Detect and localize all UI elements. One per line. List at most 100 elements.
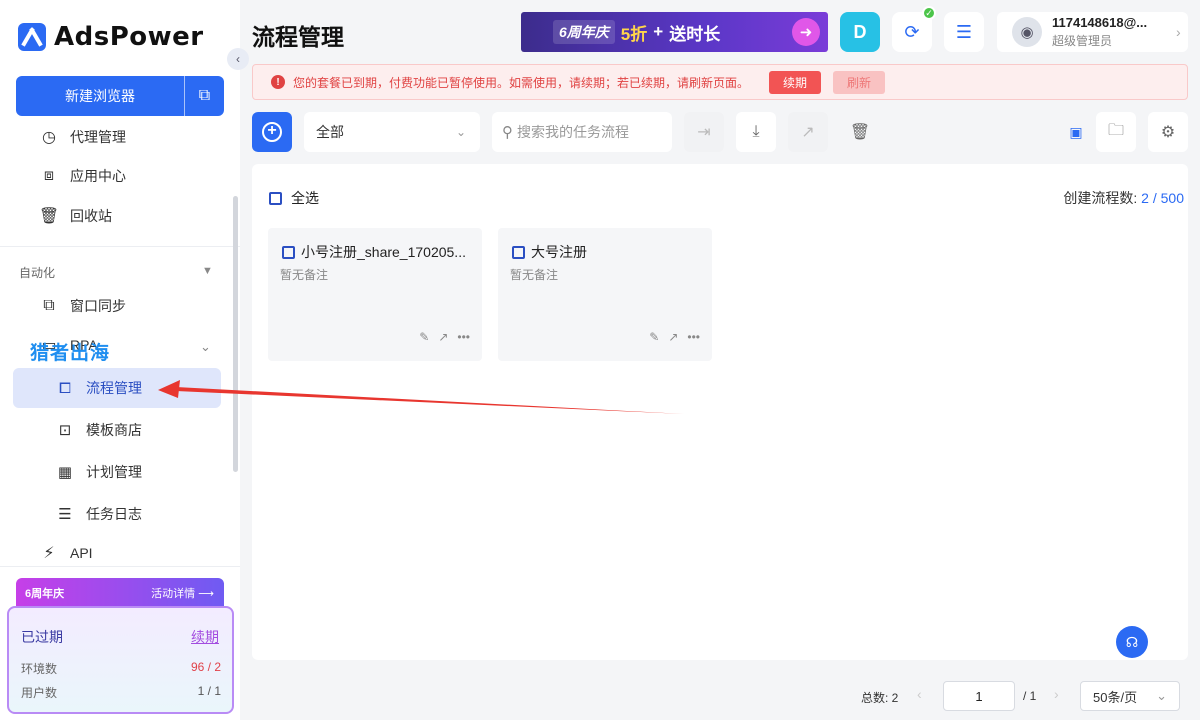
sidebar-scrollbar[interactable] (233, 196, 238, 472)
page-size-select[interactable]: 50条/页 ⌄ (1080, 681, 1180, 711)
collapse-sidebar-button[interactable]: ‹ (227, 48, 249, 70)
share-icon: ↗ (801, 124, 815, 141)
chevron-down-icon: ⌄ (455, 125, 466, 139)
new-browser-label: 新建浏览器 (65, 88, 135, 104)
card-checkbox[interactable] (512, 245, 525, 259)
customer-service-button[interactable]: ☊ (1116, 626, 1148, 658)
upload-cycle-icon: ⟳ (904, 21, 920, 42)
new-browser-button[interactable]: 新建浏览器 ⧉ (16, 76, 224, 116)
flow-card-title: 小号注册_share_170205... (301, 244, 466, 260)
plan-card: 已过期 续期 环境数 96 / 2 用户数 1 / 1 (7, 606, 234, 714)
watermark-text: 猎者出海 (30, 343, 111, 364)
file-import-icon: ⤓ (752, 123, 760, 140)
share-icon[interactable]: ↗ (668, 330, 678, 344)
plug-icon: ⚡ (43, 545, 55, 562)
delete-button[interactable]: 🗑 (840, 112, 880, 152)
checkbox-icon (269, 191, 282, 205)
settings-button[interactable]: ⚙ (1148, 112, 1188, 152)
task-list-button[interactable]: ☰ (944, 12, 984, 52)
calendar-icon: ▦ (57, 464, 73, 481)
plan-env-row: 环境数 96 / 2 (21, 660, 221, 676)
chevron-down-icon: ⌄ (1156, 688, 1167, 703)
folder-button[interactable]: 🗀 (1096, 112, 1136, 152)
banner-discount: 5折 (620, 24, 648, 44)
sidebar-item-recycle-bin[interactable]: 🗑 回收站 (38, 205, 112, 227)
import-file-button[interactable]: ⤓ (736, 112, 776, 152)
promo-title: 6周年庆 (25, 588, 65, 600)
page-number-input[interactable]: 1 (943, 681, 1015, 711)
d-logo-icon: D (853, 21, 867, 42)
share-icon[interactable]: ↗ (438, 330, 448, 344)
more-icon[interactable]: ••• (687, 330, 700, 344)
logo-text: AdsPower (54, 22, 204, 52)
section-title-automation[interactable]: 自动化 (19, 264, 55, 281)
proxy-icon: ◷ (42, 129, 56, 146)
sidebar-divider (0, 246, 240, 247)
logo[interactable]: AdsPower (18, 22, 204, 52)
gear-icon: ⚙ (1160, 124, 1176, 141)
error-icon: ! (271, 75, 285, 89)
sidebar-item-api[interactable]: ⚡ API (38, 542, 92, 564)
sidebar: AdsPower 新建浏览器 ⧉ ◷ 代理管理 ⧈ 应用中心 🗑 回收站 自动化… (0, 0, 240, 720)
group-filter-select[interactable]: 全部 ⌄ (304, 112, 480, 152)
sidebar-item-template-store[interactable]: ⊡ 模板商店 (54, 419, 142, 441)
alert-renew-button[interactable]: 续期 (769, 70, 822, 94)
user-menu[interactable]: ◉ 1174148618@... 超级管理员 › (997, 12, 1188, 52)
promo-detail-link[interactable]: 活动详情 ⟶ (151, 585, 214, 601)
sidebar-item-flow-management[interactable]: ⧠ 流程管理 (54, 377, 142, 399)
banner-plus: + (653, 22, 664, 41)
sync-icon: ⧉ (43, 297, 55, 314)
chevron-up-icon[interactable]: ⌄ (200, 339, 211, 355)
flow-count: 创建流程数: 2 / 500 (1063, 190, 1184, 206)
plan-user-row: 用户数 1 / 1 (21, 684, 221, 700)
anniversary-promo[interactable]: 6周年庆 活动详情 ⟶ (16, 578, 224, 608)
sidebar-item-window-sync[interactable]: ⧉ 窗口同步 (38, 295, 126, 317)
select-all-checkbox[interactable]: 全选 (269, 188, 319, 208)
expired-alert: ! 您的套餐已到期，付费功能已暂停使用。如需使用，请续期；若已续期，请刷新页面。… (252, 64, 1188, 100)
app-download-button[interactable]: D (840, 12, 880, 52)
headset-icon: ☊ (1125, 633, 1139, 650)
sidebar-item-schedule[interactable]: ▦ 计划管理 (54, 461, 142, 483)
import-button[interactable]: ⇥ (684, 112, 724, 152)
log-icon: ☰ (58, 506, 72, 523)
flow-card-note: 暂无备注 (280, 268, 329, 282)
search-icon: ⚲ (502, 124, 513, 141)
sidebar-item-proxy[interactable]: ◷ 代理管理 (38, 126, 126, 148)
share-button[interactable]: ↗ (788, 112, 828, 152)
prev-page-icon[interactable]: ‹ (917, 686, 922, 702)
chevron-right-icon: › (1176, 24, 1181, 40)
doc-button[interactable]: ▣ (1056, 112, 1096, 152)
edit-icon[interactable]: ✎ (649, 330, 659, 344)
plan-renew-link[interactable]: 续期 (191, 627, 219, 647)
flow-card[interactable]: 小号注册_share_170205... 暂无备注 ✎ ↗ ••• (268, 228, 482, 361)
arrow-right-icon: ➜ (792, 18, 820, 46)
anniversary-banner[interactable]: 6周年庆 5折 + 送时长 ➜ (521, 12, 828, 52)
trash-icon: 🗑 (849, 124, 871, 141)
flow-card-note: 暂无备注 (510, 268, 559, 282)
next-page-icon[interactable]: › (1054, 686, 1059, 702)
edit-icon[interactable]: ✎ (419, 330, 429, 344)
search-box[interactable]: ⚲ (492, 112, 672, 152)
check-badge-icon: ✓ (922, 6, 936, 20)
more-icon[interactable]: ••• (457, 330, 470, 344)
sidebar-item-app-center[interactable]: ⧈ 应用中心 (38, 165, 126, 187)
flow-count-value: 2 / 500 (1141, 190, 1184, 206)
sidebar-item-task-log[interactable]: ☰ 任务日志 (54, 503, 142, 525)
alert-refresh-button[interactable]: 刷新 (833, 70, 886, 94)
flow-icon: ⧠ (58, 379, 71, 397)
search-input[interactable] (517, 124, 657, 140)
add-flow-button[interactable]: + (252, 112, 292, 152)
puzzle-icon: ⧈ (43, 167, 55, 184)
avatar: ◉ (1012, 17, 1042, 47)
banner-tag: 6周年庆 (553, 20, 615, 44)
alert-message: 您的套餐已到期，付费功能已暂停使用。如需使用，请续期；若已续期，请刷新页面。 (293, 75, 750, 90)
flow-card[interactable]: 大号注册 暂无备注 ✎ ↗ ••• (498, 228, 712, 361)
adspower-logo-icon (18, 23, 46, 51)
batch-add-icon[interactable]: ⧉ (184, 76, 224, 116)
card-checkbox[interactable] (282, 245, 295, 259)
pagination-total: 总数: 2 (861, 691, 899, 705)
page-count: / 1 (1023, 689, 1037, 703)
chevron-down-icon[interactable]: ▼ (202, 265, 213, 277)
user-role: 超级管理员 (1052, 34, 1113, 48)
trash-icon: 🗑 (38, 208, 60, 225)
